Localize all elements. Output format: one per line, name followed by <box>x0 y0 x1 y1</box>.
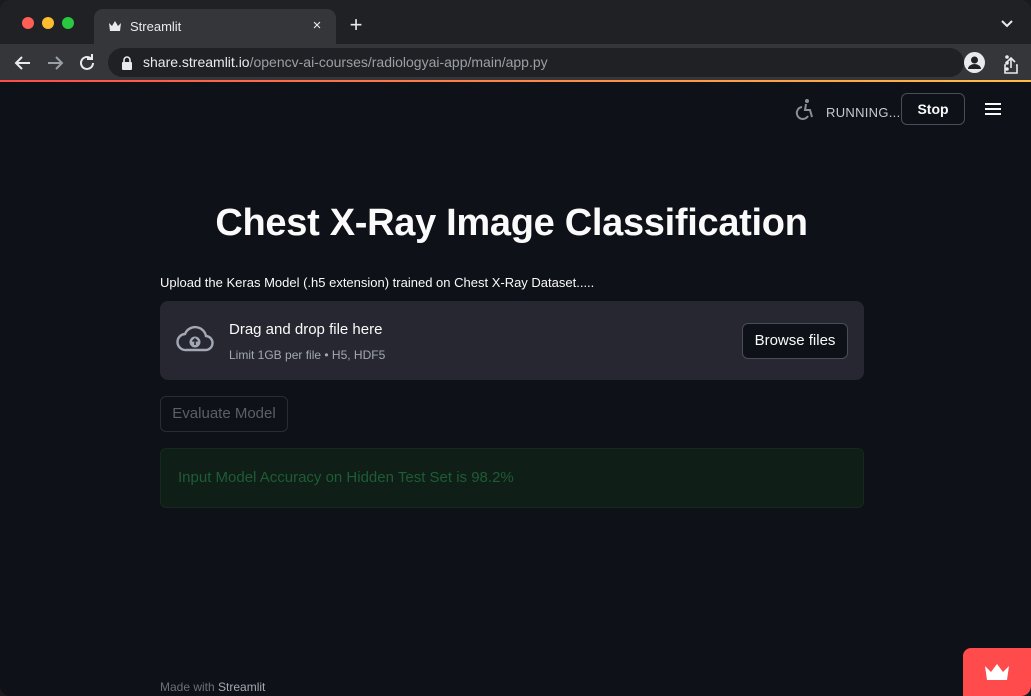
result-text: Input Model Accuracy on Hidden Test Set … <box>178 469 514 486</box>
accessibility-running-icon <box>795 99 813 120</box>
tab-bar: Streamlit × + <box>0 0 1031 44</box>
forward-arrow-icon[interactable] <box>44 52 66 74</box>
streamlit-crown-icon <box>109 21 121 31</box>
url-path: /opencv-ai-courses/radiologyai-app/main/… <box>249 54 548 70</box>
tab-streamlit[interactable]: Streamlit × <box>94 9 336 44</box>
maximize-window-button[interactable] <box>62 17 74 29</box>
footer: Made with Streamlit <box>160 680 265 694</box>
address-bar[interactable]: share.streamlit.io/opencv-ai-courses/rad… <box>108 48 1018 77</box>
browser-menu-icon[interactable] <box>1003 53 1011 73</box>
hamburger-icon[interactable] <box>984 101 1002 117</box>
browser-window: Streamlit × + share.streamlit.io/opencv-… <box>0 0 1031 696</box>
profile-avatar-icon[interactable] <box>964 52 985 73</box>
file-dropzone[interactable]: Drag and drop file here Limit 1GB per fi… <box>160 301 864 380</box>
page-title: Chest X-Ray Image Classification <box>215 202 808 244</box>
url-text: share.streamlit.io/opencv-ai-courses/rad… <box>143 54 548 70</box>
footer-made-with: Made with <box>160 680 219 694</box>
streamlit-crown-icon <box>985 664 1009 680</box>
streamlit-badge[interactable] <box>963 648 1031 696</box>
chevron-down-icon[interactable] <box>998 16 1016 30</box>
close-window-button[interactable] <box>22 17 34 29</box>
footer-brand-link[interactable]: Streamlit <box>218 680 265 694</box>
browser-toolbar: share.streamlit.io/opencv-ai-courses/rad… <box>0 44 1031 81</box>
lock-icon <box>122 56 132 70</box>
tab-title: Streamlit <box>130 19 182 34</box>
stop-button[interactable]: Stop <box>901 93 965 125</box>
evaluate-model-button[interactable]: Evaluate Model <box>160 396 288 432</box>
running-status: RUNNING... <box>826 105 901 120</box>
dropzone-title: Drag and drop file here <box>229 321 383 338</box>
tab-close-button[interactable]: × <box>308 17 326 35</box>
url-host: share.streamlit.io <box>143 54 250 70</box>
dropzone-limit: Limit 1GB per file • H5, HDF5 <box>229 348 386 362</box>
app-header-decoration <box>0 80 1031 82</box>
result-alert: Input Model Accuracy on Hidden Test Set … <box>160 448 864 508</box>
upload-label: Upload the Keras Model (.h5 extension) t… <box>160 275 595 290</box>
new-tab-button[interactable]: + <box>346 14 366 36</box>
cloud-upload-icon <box>176 325 214 352</box>
browse-files-button[interactable]: Browse files <box>742 323 848 359</box>
reload-icon[interactable] <box>76 52 98 74</box>
back-arrow-icon[interactable] <box>12 52 34 74</box>
minimize-window-button[interactable] <box>42 17 54 29</box>
